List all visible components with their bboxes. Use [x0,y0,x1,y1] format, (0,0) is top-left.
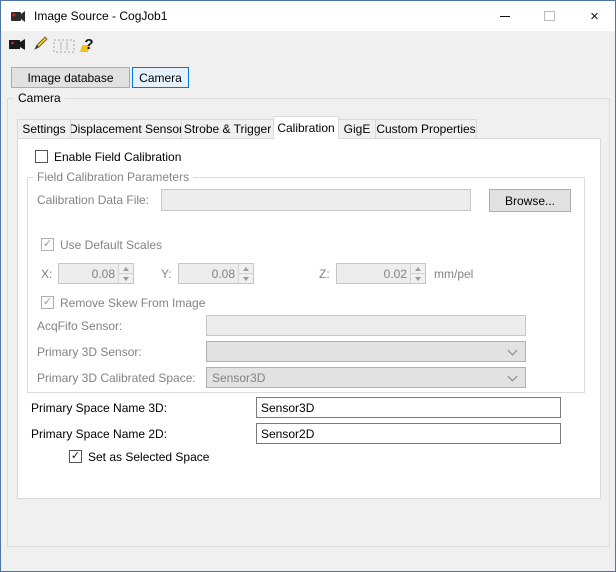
chevron-down-icon [507,371,518,382]
checkmark-icon: ✓ [70,450,81,462]
edit-acquisition-icon[interactable] [31,35,49,53]
primary-3d-calibrated-space-label: Primary 3D Calibrated Space: [37,371,196,385]
scale-unit-label: mm/pel [434,267,474,281]
help-icon-glyph: ? [84,35,94,53]
acquire-image-icon[interactable] [9,37,27,53]
spin-down-icon [118,273,133,283]
chevron-down-icon [507,345,518,356]
primary-space-name-3d-input[interactable] [256,397,561,418]
tab-custom-properties[interactable]: Custom Properties [375,119,477,139]
maximize-button [527,1,572,31]
field-calibration-parameters-label: Field Calibration Parameters [33,170,194,184]
camera-button[interactable]: Camera [132,67,189,88]
x-scale-input [59,264,118,283]
tab-calibration[interactable]: Calibration [273,116,339,139]
z-scale-spin-buttons [410,264,425,283]
spin-up-icon [238,264,253,273]
acqfifo-sensor-label: AcqFifo Sensor: [37,319,123,333]
z-scale-label: Z: [319,267,330,281]
primary-3d-calibrated-space-combo: Sensor3D [206,367,526,388]
set-as-selected-space-label[interactable]: Set as Selected Space [88,450,209,464]
browse-button[interactable]: Browse... [489,189,571,212]
acqfifo-sensor-input [206,315,526,336]
window-title: Image Source - CogJob1 [34,9,168,23]
spin-down-icon [238,273,253,283]
image-order-icon [53,39,75,53]
remove-skew-label: Remove Skew From Image [60,296,206,310]
tab-settings[interactable]: Settings [17,119,71,139]
use-default-scales-checkbox: ✓ [41,238,54,251]
set-as-selected-space-checkbox[interactable]: ✓ [69,450,82,463]
calibration-data-file-input [161,189,471,211]
primary-space-name-3d-label: Primary Space Name 3D: [31,401,168,415]
primary-space-name-2d-input[interactable] [256,423,561,444]
remove-skew-checkbox: ✓ [41,296,54,309]
z-scale-input [337,264,410,283]
primary-3d-calibrated-space-value: Sensor3D [212,371,266,385]
tab-gige[interactable]: GigE [338,119,376,139]
minimize-icon [499,15,510,17]
image-database-button[interactable]: Image database [11,67,130,88]
z-scale-spinner [336,263,426,284]
tab-strip: Settings Displacement Sensor Strobe & Tr… [17,116,477,139]
enable-field-calibration-label[interactable]: Enable Field Calibration [54,150,181,164]
use-default-scales-label: Use Default Scales [60,238,163,252]
close-icon: × [590,7,599,25]
help-icon[interactable]: ? [79,35,97,53]
app-icon [10,8,26,24]
y-scale-label: Y: [161,267,172,281]
maximize-icon [544,11,555,21]
minimize-button[interactable] [482,1,527,31]
calibration-data-file-label: Calibration Data File: [37,193,150,207]
x-scale-spinner [58,263,134,284]
primary-3d-sensor-combo [206,341,526,362]
tab-strobe-trigger[interactable]: Strobe & Trigger [181,119,274,139]
spin-down-icon [410,273,425,283]
enable-field-calibration-checkbox[interactable] [35,150,48,163]
title-bar[interactable]: Image Source - CogJob1 × [1,1,615,31]
x-scale-spin-buttons [118,264,133,283]
spin-up-icon [410,264,425,273]
primary-3d-sensor-label: Primary 3D Sensor: [37,345,142,359]
y-scale-spin-buttons [238,264,253,283]
checkmark-icon: ✓ [42,296,53,308]
y-scale-spinner [178,263,254,284]
image-source-dialog: Image Source - CogJob1 × ? Image databas… [0,0,616,572]
spin-up-icon [118,264,133,273]
primary-space-name-2d-label: Primary Space Name 2D: [31,427,168,441]
camera-groupbox-label: Camera [14,91,65,105]
checkmark-icon: ✓ [42,238,53,250]
tab-displacement-sensor[interactable]: Displacement Sensor [70,119,182,139]
x-scale-label: X: [41,267,53,281]
y-scale-input [179,264,238,283]
close-button[interactable]: × [572,1,615,31]
